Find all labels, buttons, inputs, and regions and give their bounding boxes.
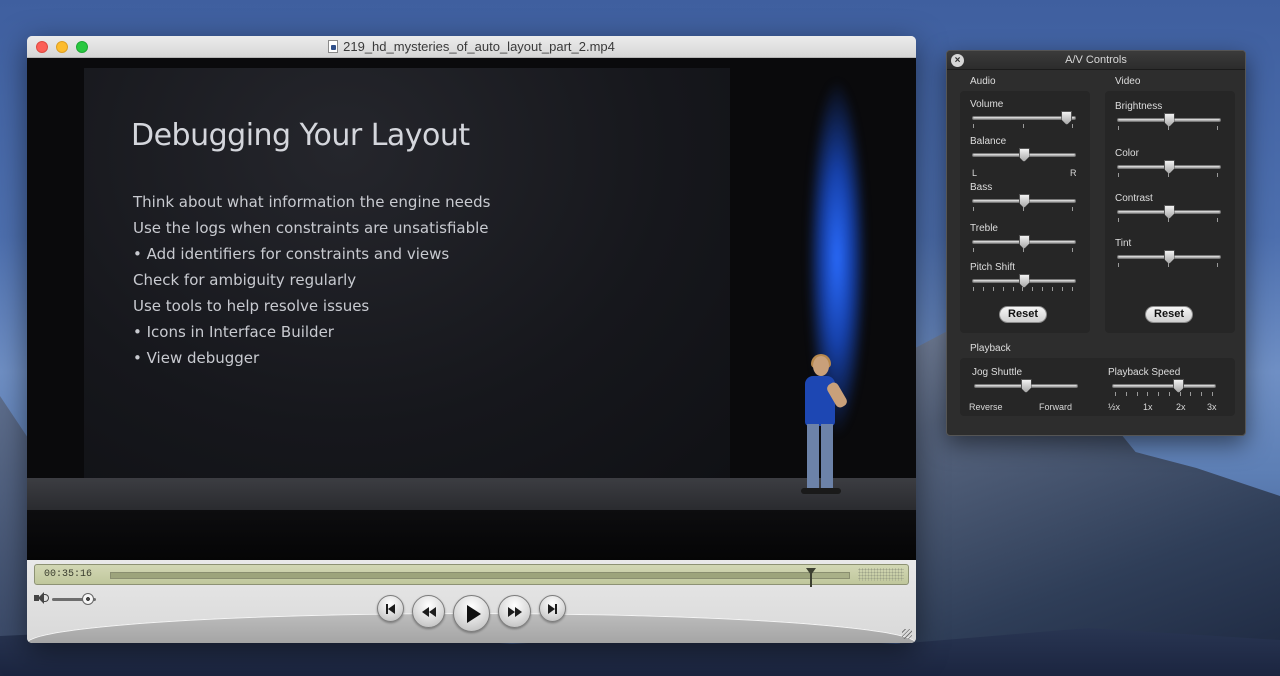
fast-forward-button[interactable] <box>498 595 531 628</box>
speaker-icon[interactable] <box>34 592 49 604</box>
contrast-slider[interactable] <box>1117 205 1221 219</box>
audio-reset-button[interactable]: Reset <box>999 306 1047 323</box>
time-bar: 00:35:16 <box>34 564 909 587</box>
stage-front <box>27 510 916 560</box>
speed-tick-label: 1x <box>1143 402 1153 412</box>
playback-section-label: Playback <box>970 343 1011 354</box>
document-icon[interactable] <box>328 40 339 53</box>
slide-line: • Add identifiers for constraints and vi… <box>133 245 450 263</box>
contrast-label: Contrast <box>1115 193 1153 204</box>
balance-right-label: R <box>1070 168 1077 178</box>
presenter-figure <box>793 354 849 498</box>
pitch-shift-ticks <box>973 287 1073 291</box>
treble-label: Treble <box>970 223 998 234</box>
treble-slider[interactable] <box>972 235 1076 249</box>
quicktime-window: 219_hd_mysteries_of_auto_layout_part_2.m… <box>27 36 916 643</box>
video-reset-button[interactable]: Reset <box>1145 306 1193 323</box>
av-controls-panel: × A/V Controls Audio Volume Balance L R … <box>946 50 1246 436</box>
resize-grip-icon[interactable] <box>902 629 912 639</box>
skip-to-start-icon <box>386 603 395 614</box>
slide-line: Use the logs when constraints are unsati… <box>133 219 489 237</box>
slide-line: Check for ambiguity regularly <box>133 271 357 289</box>
av-controls-title: A/V Controls <box>1065 54 1127 66</box>
volume-ticks <box>973 124 1073 128</box>
window-titlebar[interactable]: 219_hd_mysteries_of_auto_layout_part_2.m… <box>27 36 916 58</box>
color-ticks <box>1118 173 1218 177</box>
volume-knob[interactable] <box>82 593 95 605</box>
slide-line: • Icons in Interface Builder <box>133 323 334 341</box>
audio-volume-slider[interactable] <box>972 111 1076 125</box>
brightness-ticks <box>1118 126 1218 130</box>
playback-speed-ticks <box>1115 392 1213 396</box>
audio-section-label: Audio <box>970 76 996 87</box>
slide-line: Think about what information the engine … <box>133 193 491 211</box>
rewind-button[interactable] <box>412 595 445 628</box>
pitch-shift-label: Pitch Shift <box>970 262 1016 273</box>
contrast-ticks <box>1118 218 1218 222</box>
balance-left-label: L <box>972 168 978 178</box>
play-icon <box>466 604 481 623</box>
bass-ticks <box>973 207 1073 211</box>
playback-speed-slider[interactable] <box>1112 379 1216 393</box>
volume-slider[interactable] <box>52 593 96 605</box>
av-controls-titlebar[interactable]: × A/V Controls <box>947 51 1245 70</box>
slide-line: Use tools to help resolve issues <box>133 297 370 315</box>
brightness-label: Brightness <box>1115 101 1163 112</box>
jog-shuttle-slider[interactable] <box>974 379 1078 393</box>
video-section-label: Video <box>1115 76 1141 87</box>
balance-slider[interactable] <box>972 148 1076 162</box>
bass-slider[interactable] <box>972 194 1076 208</box>
tint-slider[interactable] <box>1117 250 1221 264</box>
volume-label: Volume <box>970 99 1004 110</box>
speed-tick-label: 2x <box>1176 402 1186 412</box>
color-slider[interactable] <box>1117 160 1221 174</box>
jog-shuttle-label: Jog Shuttle <box>972 367 1023 378</box>
playhead[interactable] <box>805 568 816 587</box>
color-label: Color <box>1115 148 1139 159</box>
timebar-grip <box>858 568 904 581</box>
speed-tick-label: 3x <box>1207 402 1217 412</box>
window-title-area: 219_hd_mysteries_of_auto_layout_part_2.m… <box>27 39 916 54</box>
speed-tick-label: ½x <box>1108 402 1121 412</box>
skip-to-start-button[interactable] <box>377 595 404 622</box>
balance-label: Balance <box>970 136 1007 147</box>
tint-ticks <box>1118 263 1218 267</box>
stage-floor <box>27 478 916 510</box>
fast-forward-icon <box>507 606 522 617</box>
play-button[interactable] <box>453 595 490 632</box>
slide-line: • View debugger <box>133 349 260 367</box>
progress-track[interactable] <box>110 568 850 587</box>
skip-to-end-button[interactable] <box>539 595 566 622</box>
tint-label: Tint <box>1115 238 1132 249</box>
progress-played <box>111 573 811 578</box>
skip-to-end-icon <box>548 603 557 614</box>
playback-speed-label: Playback Speed <box>1108 367 1181 378</box>
jog-forward-label: Forward <box>1039 402 1073 412</box>
current-time: 00:35:16 <box>44 569 93 580</box>
player-controls: 00:35:16 <box>27 560 916 643</box>
treble-ticks <box>973 248 1073 252</box>
slide-title: Debugging Your Layout <box>131 118 470 153</box>
bass-label: Bass <box>970 182 993 193</box>
video-area[interactable]: Debugging Your Layout Think about what i… <box>27 58 916 560</box>
jog-reverse-label: Reverse <box>969 402 1003 412</box>
rewind-icon <box>421 606 436 617</box>
window-title: 219_hd_mysteries_of_auto_layout_part_2.m… <box>343 39 615 54</box>
brightness-slider[interactable] <box>1117 113 1221 127</box>
pitch-shift-slider[interactable] <box>972 274 1076 288</box>
